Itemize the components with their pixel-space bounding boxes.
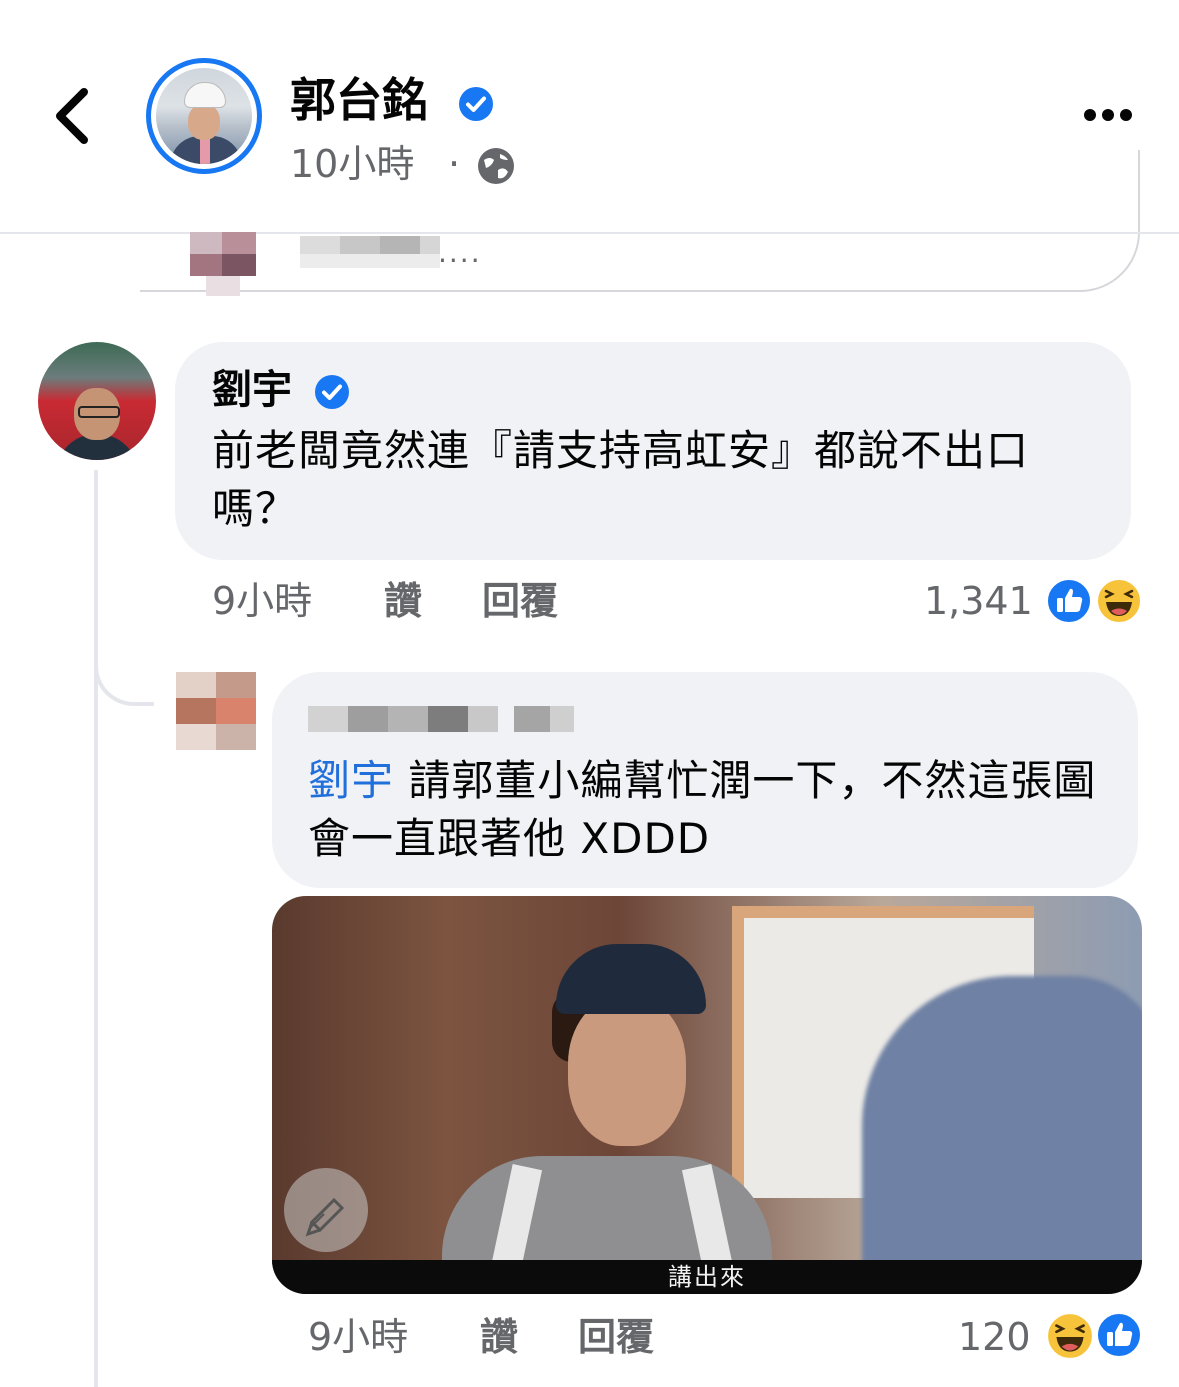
- comment1-text: 前老闆竟然連『請支持高虹安』都說不出口嗎？: [212, 426, 1030, 533]
- like-reaction-icon: [1096, 1312, 1142, 1358]
- more-options-icon[interactable]: [1082, 100, 1134, 130]
- comment1-timestamp[interactable]: 9小時: [212, 578, 312, 624]
- comment2-author-blurred[interactable]: [308, 700, 578, 744]
- truncated-ellipsis: ....: [438, 236, 482, 269]
- like-reaction-icon: [1046, 578, 1092, 624]
- comment2-text: 劉宇 請郭董小編幫忙潤一下，不然這張圖會一直跟著他 XDDD: [308, 752, 1118, 868]
- comment1-author[interactable]: 劉宇: [212, 364, 292, 416]
- comment1-like-button[interactable]: 讚: [384, 578, 422, 624]
- comment2-attached-image[interactable]: 講出來: [272, 896, 1142, 1294]
- comment2-body: 請郭董小編幫忙潤一下，不然這張圖會一直跟著他 XDDD: [308, 756, 1097, 863]
- thread-line: [94, 470, 98, 1387]
- comment2-like-button[interactable]: 讚: [480, 1314, 518, 1360]
- comment1-avatar[interactable]: [38, 342, 156, 460]
- comment1-reaction-count[interactable]: 1,341: [924, 578, 1033, 624]
- comment2-timestamp[interactable]: 9小時: [308, 1314, 408, 1360]
- pen-nib-icon: [284, 1168, 368, 1252]
- thread-connector: [94, 620, 154, 706]
- verified-badge-icon: [459, 87, 493, 121]
- mention-link[interactable]: 劉宇: [308, 756, 394, 805]
- comment2-reaction-count[interactable]: 120: [958, 1314, 1031, 1360]
- post-author-name[interactable]: 郭台銘: [290, 72, 428, 128]
- chevron-left-icon: [56, 88, 88, 144]
- comment2-reply-button[interactable]: 回覆: [578, 1314, 654, 1360]
- image-subtitle: 講出來: [668, 1263, 746, 1291]
- verified-badge-icon: [315, 375, 349, 409]
- comment2-avatar[interactable]: [176, 672, 256, 750]
- back-button[interactable]: [48, 86, 98, 146]
- haha-reaction-icon: [1046, 1312, 1094, 1360]
- blurred-previous-comment: [150, 232, 450, 298]
- haha-reaction-icon: [1096, 578, 1142, 624]
- comment1-reply-button[interactable]: 回覆: [482, 578, 558, 624]
